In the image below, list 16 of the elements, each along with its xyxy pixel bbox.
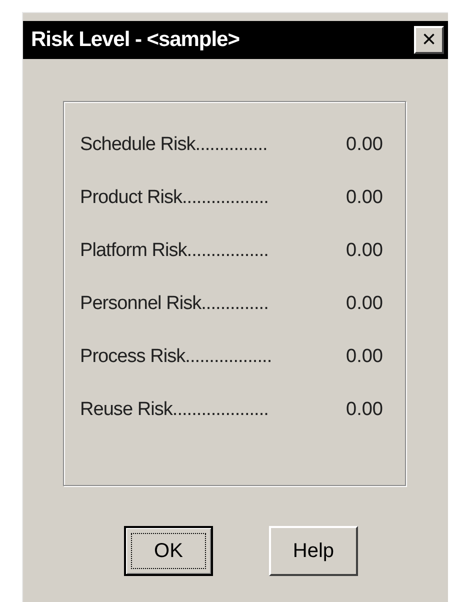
risk-label: Reuse Risk.................... bbox=[80, 398, 270, 422]
risk-value: 0.00 bbox=[346, 398, 383, 422]
risk-value: 0.00 bbox=[346, 292, 383, 316]
risk-label: Platform Risk................. bbox=[80, 238, 270, 263]
risk-value: 0.00 bbox=[346, 132, 383, 157]
risk-label: Personnel Risk.............. bbox=[80, 292, 270, 316]
help-button[interactable]: Help bbox=[269, 526, 358, 576]
risk-label: Schedule Risk............... bbox=[80, 132, 268, 157]
risk-value: 0.00 bbox=[346, 344, 383, 369]
risk-label: Process Risk.................. bbox=[80, 344, 273, 369]
window-title: Risk Level - <sample> bbox=[31, 27, 240, 54]
ok-button[interactable]: OK bbox=[124, 526, 213, 576]
risk-value: 0.00 bbox=[346, 238, 383, 263]
close-button[interactable]: × bbox=[414, 26, 444, 54]
risk-value: 0.00 bbox=[346, 186, 383, 210]
risk-label: Product Risk.................. bbox=[80, 186, 270, 210]
